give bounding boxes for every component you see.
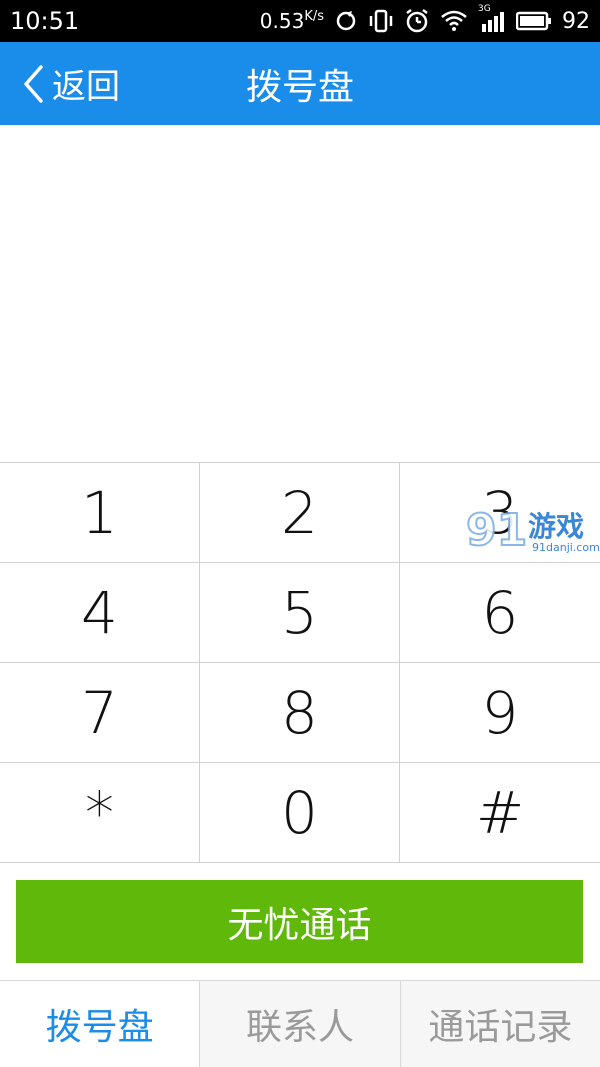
network-speed-value: 0.53: [259, 9, 305, 33]
tab-dialpad[interactable]: 拨号盘: [0, 981, 201, 1067]
key-9[interactable]: 9: [400, 663, 600, 763]
key-5[interactable]: 5: [200, 563, 400, 663]
status-icons: 0.53K/s 3G 92: [260, 4, 590, 34]
dialed-number-display: [0, 125, 600, 462]
signal-icon: 3G: [478, 4, 506, 32]
battery-level: 92: [562, 8, 590, 34]
dial-keypad: 1 2 3 4 5 6 7 8 9 * 0 #: [0, 462, 600, 863]
vibrate-icon: [368, 9, 394, 33]
battery-icon: [516, 11, 552, 31]
status-bar: 10:51 0.53K/s 3G 92: [0, 0, 600, 42]
key-2[interactable]: 2: [200, 463, 400, 563]
wifi-icon: [440, 10, 468, 32]
page-title: 拨号盘: [245, 66, 354, 108]
tab-contacts[interactable]: 联系人: [200, 981, 401, 1067]
key-1[interactable]: 1: [0, 463, 200, 563]
key-3[interactable]: 3: [400, 463, 600, 563]
key-star[interactable]: *: [0, 763, 200, 863]
sync-icon: [334, 9, 358, 33]
network-speed-unit: K/s: [304, 9, 324, 24]
alarm-icon: [404, 8, 430, 34]
app-header: 返回 拨号盘: [0, 42, 600, 125]
key-4[interactable]: 4: [0, 563, 200, 663]
key-7[interactable]: 7: [0, 663, 200, 763]
tab-call-log[interactable]: 通话记录: [401, 981, 600, 1067]
signal-network-type: 3G: [478, 4, 491, 14]
key-6[interactable]: 6: [400, 563, 600, 663]
network-speed: 0.53K/s: [260, 9, 324, 33]
key-hash[interactable]: #: [400, 763, 600, 863]
bottom-tab-bar: 拨号盘 联系人 通话记录: [0, 980, 600, 1067]
status-time: 10:51: [10, 7, 80, 35]
key-0[interactable]: 0: [200, 763, 400, 863]
call-button[interactable]: 无忧通话: [16, 880, 583, 963]
key-8[interactable]: 8: [200, 663, 400, 763]
